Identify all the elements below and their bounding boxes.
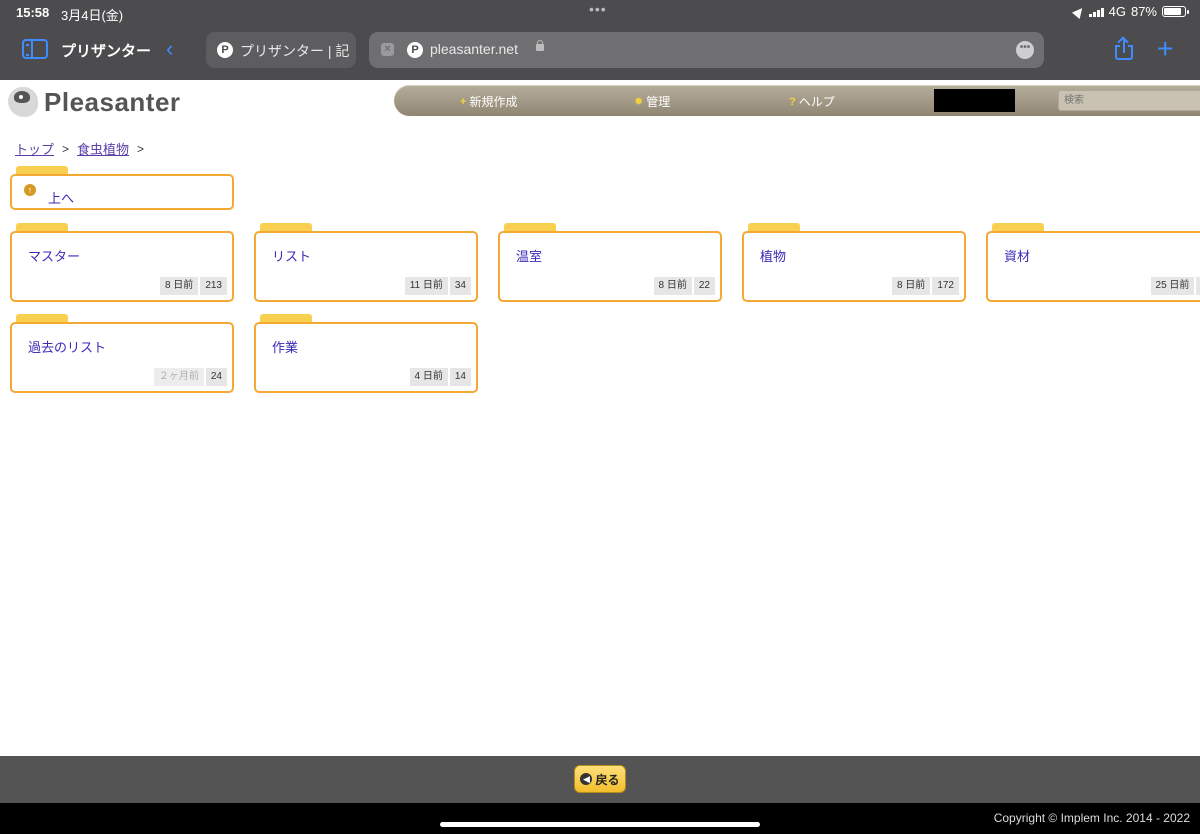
location-icon <box>1071 4 1086 19</box>
browser-app-title: プリザンター <box>61 43 152 60</box>
status-indicators: 4G 87% <box>1071 4 1189 19</box>
status-time: 15:58 <box>16 5 50 20</box>
folder-name: リスト <box>272 249 312 264</box>
address-bar[interactable]: × P pleasanter.net ••• <box>369 32 1044 68</box>
signal-icon <box>1088 7 1104 17</box>
updated-badge: ２ヶ月前 <box>153 368 204 386</box>
updated-badge: 8 日前 <box>159 277 199 295</box>
arrow-up-icon: ↑ <box>24 184 36 196</box>
folder-meta: 11 日前 34 <box>404 277 471 295</box>
battery-level <box>1164 8 1182 15</box>
top-navigation: + 新規作成 ✹ 管理 ? ヘルプ <box>394 85 1200 116</box>
count-badge: 7 <box>1196 277 1200 295</box>
network-type: 4G <box>1108 4 1126 19</box>
folder-meta: 25 日前 7 <box>1150 277 1200 295</box>
status-bar: 15:58 3月4日(金) ••• 4G 87% <box>0 0 1200 24</box>
tab-title: プリザンター | 記 <box>240 43 350 59</box>
folder-name: 過去のリスト <box>28 340 107 355</box>
nav-label: ヘルプ <box>798 95 835 109</box>
folder-name: 作業 <box>272 340 299 355</box>
folder-body: マスター 8 日前 213 <box>10 231 234 302</box>
footer-toolbar: ◀ 戻る <box>0 756 1200 803</box>
pleasanter-logo[interactable]: Pleasanter <box>8 86 181 118</box>
count-badge: 213 <box>200 277 227 295</box>
breadcrumb-current-link[interactable]: 食虫植物 <box>77 139 129 158</box>
redacted-user-area <box>934 89 1015 112</box>
count-badge: 22 <box>693 277 715 295</box>
nav-help[interactable]: ? ヘルプ <box>789 93 835 110</box>
address-url: pleasanter.net <box>430 41 518 57</box>
folder-card[interactable]: 作業 4 日前 14 <box>254 314 478 394</box>
page-menu-icon[interactable]: ••• <box>1016 41 1034 59</box>
folder-meta: ２ヶ月前 24 <box>153 368 227 386</box>
folder-card[interactable]: 植物 8 日前 172 <box>742 223 966 303</box>
folder-body: 温室 8 日前 22 <box>498 231 722 302</box>
lock-icon <box>536 40 544 51</box>
back-chevron-icon[interactable]: ‹ <box>166 38 186 62</box>
updated-badge: 25 日前 <box>1150 277 1195 295</box>
sidebar-toggle-icon[interactable] <box>22 39 48 59</box>
home-indicator[interactable] <box>440 822 760 827</box>
folder-card[interactable]: 過去のリスト ２ヶ月前 24 <box>10 314 234 394</box>
folder-meta: 8 日前 213 <box>159 277 227 295</box>
folder-name: 上へ <box>48 191 75 206</box>
battery-icon <box>1162 6 1189 17</box>
folder-name: 植物 <box>760 249 787 264</box>
folder-name: マスター <box>28 249 81 264</box>
folder-body: 資材 25 日前 7 <box>986 231 1200 302</box>
folder-body: 作業 4 日前 14 <box>254 322 478 393</box>
browser-chrome: 15:58 3月4日(金) ••• 4G 87% プリザンター ‹ P プリザン… <box>0 0 1200 80</box>
up-folder-button[interactable]: ↑ 上へ <box>10 166 234 212</box>
count-badge: 24 <box>205 368 227 386</box>
nav-label: 管理 <box>646 95 671 109</box>
folder-name: 温室 <box>516 249 543 264</box>
new-tab-plus-icon[interactable]: + <box>1157 35 1173 63</box>
folder-card[interactable]: 温室 8 日前 22 <box>498 223 722 303</box>
folder-name: 資材 <box>1004 249 1031 264</box>
share-icon[interactable] <box>1114 36 1134 61</box>
bottom-strip: Copyright © Implem Inc. 2014 - 2022 <box>0 803 1200 834</box>
count-badge: 14 <box>449 368 471 386</box>
back-button-label: 戻る <box>595 772 620 787</box>
folder-body: 過去のリスト ２ヶ月前 24 <box>10 322 234 393</box>
site-favicon-icon: P <box>407 42 423 58</box>
folder-card[interactable]: マスター 8 日前 213 <box>10 223 234 303</box>
arrow-left-icon: ◀ <box>580 773 593 785</box>
folder-meta: 4 日前 14 <box>409 368 471 386</box>
browser-tab-inactive[interactable]: P プリザンター | 記 <box>206 32 356 68</box>
logo-text: Pleasanter <box>44 86 181 117</box>
site-favicon-icon: P <box>217 42 233 58</box>
count-badge: 172 <box>932 277 959 295</box>
breadcrumb-separator: > <box>62 141 70 156</box>
nav-label: 新規作成 <box>469 95 518 109</box>
folder-meta: 8 日前 22 <box>653 277 715 295</box>
folder-card[interactable]: リスト 11 日前 34 <box>254 223 478 303</box>
close-tab-icon[interactable]: × <box>381 43 394 56</box>
folder-body: ↑ 上へ <box>10 174 234 210</box>
breadcrumb-separator: > <box>137 141 145 156</box>
nav-new-item[interactable]: + 新規作成 <box>460 93 517 110</box>
folder-meta: 8 日前 172 <box>891 277 959 295</box>
updated-badge: 4 日前 <box>409 368 448 386</box>
battery-percent: 87% <box>1130 4 1157 19</box>
updated-badge: 8 日前 <box>653 277 692 295</box>
status-date: 3月4日(金) <box>61 8 124 23</box>
count-badge: 34 <box>449 277 471 295</box>
updated-badge: 11 日前 <box>404 277 448 295</box>
breadcrumb: トップ > 食虫植物 > <box>15 139 144 158</box>
search-input[interactable] <box>1058 90 1200 111</box>
gear-icon: ✹ <box>634 96 644 108</box>
back-button[interactable]: ◀ 戻る <box>574 765 626 793</box>
folder-body: 植物 8 日前 172 <box>742 231 966 302</box>
breadcrumb-top-link[interactable]: トップ <box>15 139 54 158</box>
plus-icon: + <box>460 95 467 108</box>
logo-bird-icon <box>8 87 38 117</box>
multitasking-dots-icon[interactable]: ••• <box>589 1 607 17</box>
copyright-text: Copyright © Implem Inc. 2014 - 2022 <box>993 811 1190 825</box>
updated-badge: 8 日前 <box>891 277 931 295</box>
help-icon: ? <box>789 95 796 108</box>
folder-body: リスト 11 日前 34 <box>254 231 478 302</box>
nav-manage[interactable]: ✹ 管理 <box>634 93 670 110</box>
folder-card[interactable]: 資材 25 日前 7 <box>986 223 1200 303</box>
